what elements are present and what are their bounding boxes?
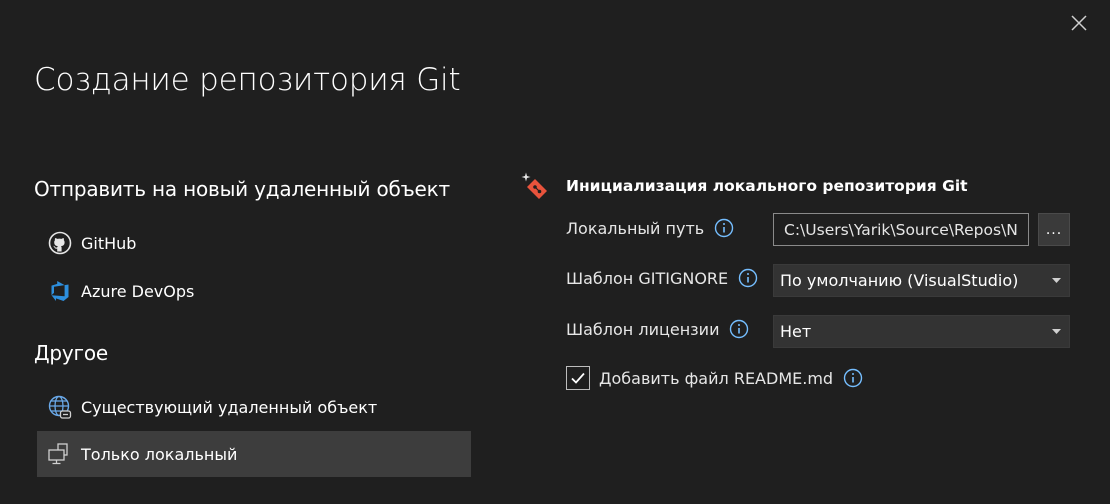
nav-item-label: Только локальный	[81, 444, 238, 464]
push-section-heading: Отправить на новый удаленный объект	[34, 177, 450, 201]
close-button[interactable]	[1066, 10, 1092, 36]
checkmark-icon	[571, 372, 585, 384]
create-git-repo-dialog: Создание репозитория Git Отправить на но…	[0, 0, 1110, 504]
nav-item-existing-remote[interactable]: Существующий удаленный объект	[37, 384, 471, 430]
local-path-label: Локальный путь	[566, 218, 734, 238]
gitignore-selected-value: По умолчанию (VisualStudio)	[780, 271, 1019, 290]
panel-title: Инициализация локального репозитория Git	[566, 177, 968, 195]
gitignore-label-text: Шаблон GITIGNORE	[566, 268, 729, 288]
nav-item-azure-devops[interactable]: Azure DevOps	[37, 268, 471, 314]
info-icon[interactable]	[729, 319, 749, 339]
nav-item-label: Существующий удаленный объект	[81, 397, 378, 417]
info-icon[interactable]	[738, 268, 758, 288]
dropdown-arrow-icon	[1049, 329, 1063, 334]
info-icon[interactable]	[714, 218, 734, 238]
globe-icon	[47, 394, 73, 420]
info-icon[interactable]	[843, 368, 863, 388]
readme-label: Добавить файл README.md	[599, 368, 834, 388]
nav-item-github[interactable]: GitHub	[37, 220, 471, 266]
panel-header: Инициализация локального репозитория Git	[518, 170, 968, 202]
browse-button[interactable]: ...	[1038, 213, 1070, 246]
license-select[interactable]: Нет	[773, 315, 1070, 348]
local-path-input[interactable]	[773, 213, 1029, 246]
gitignore-select[interactable]: По умолчанию (VisualStudio)	[773, 264, 1070, 297]
gitignore-label: Шаблон GITIGNORE	[566, 268, 758, 288]
azure-devops-icon	[47, 278, 73, 304]
readme-checkbox[interactable]	[566, 366, 590, 390]
license-selected-value: Нет	[780, 322, 812, 341]
dialog-title: Создание репозитория Git	[34, 62, 461, 98]
license-label: Шаблон лицензии	[566, 319, 749, 339]
nav-item-local-only[interactable]: Только локальный	[37, 431, 471, 477]
github-icon	[47, 230, 73, 256]
git-init-icon	[518, 170, 550, 202]
nav-item-label: GitHub	[81, 233, 137, 253]
other-section-heading: Другое	[34, 341, 109, 365]
local-path-label-text: Локальный путь	[566, 218, 705, 238]
local-computer-icon	[47, 441, 73, 467]
readme-option: Добавить файл README.md	[566, 366, 863, 390]
close-icon	[1071, 15, 1087, 31]
license-label-text: Шаблон лицензии	[566, 319, 720, 339]
dropdown-arrow-icon	[1049, 278, 1063, 283]
nav-item-label: Azure DevOps	[81, 281, 195, 301]
